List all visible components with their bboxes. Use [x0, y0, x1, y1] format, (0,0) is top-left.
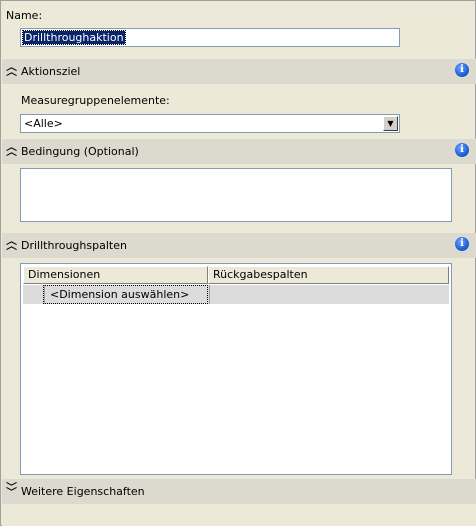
chevron-double-up-icon[interactable]: ︿ ︿	[6, 144, 17, 158]
section-title-drillthrough-columns: Drillthroughspalten	[21, 239, 127, 252]
panel-footer	[2, 504, 476, 526]
section-header-condition[interactable]: ︿ ︿ Bedingung (Optional) i	[2, 139, 476, 164]
table-row[interactable]: <Dimension auswählen>	[23, 285, 449, 304]
info-icon[interactable]: i	[455, 237, 469, 251]
name-label: Name:	[6, 9, 43, 22]
measure-group-members-label: Measuregruppenelemente:	[21, 94, 170, 107]
info-icon[interactable]: i	[455, 143, 469, 157]
measure-group-members-value: <Alle>	[24, 117, 63, 130]
section-header-action-target[interactable]: ︿ ︿ Aktionsziel i	[2, 59, 476, 84]
name-input-value: Drillthroughaktion	[22, 30, 126, 45]
name-input[interactable]: Drillthroughaktion	[20, 28, 400, 47]
dimension-cell[interactable]: <Dimension auswählen>	[43, 285, 208, 304]
column-header-return-columns[interactable]: Rückgabespalten	[208, 266, 449, 284]
condition-textarea[interactable]	[20, 168, 452, 222]
chevron-double-up-icon[interactable]: ︿ ︿	[6, 64, 17, 78]
column-header-dimensions[interactable]: Dimensionen	[23, 266, 208, 284]
action-designer-panel: Name: Drillthroughaktion ︿ ︿ Aktionsziel …	[0, 0, 476, 526]
section-header-more-properties[interactable]: ﹀ ﹀ Weitere Eigenschaften	[2, 479, 476, 504]
return-columns-cell[interactable]	[209, 285, 449, 304]
section-header-drillthrough-columns[interactable]: ︿ ︿ Drillthroughspalten i	[2, 233, 476, 258]
drillthrough-columns-grid[interactable]: Dimensionen Rückgabespalten <Dimension a…	[20, 263, 452, 475]
chevron-double-up-icon[interactable]: ︿ ︿	[6, 238, 17, 252]
row-header[interactable]	[25, 285, 45, 304]
info-icon[interactable]: i	[455, 63, 469, 77]
chevron-double-down-icon[interactable]: ﹀ ﹀	[6, 484, 17, 498]
section-title-more-properties: Weitere Eigenschaften	[21, 485, 145, 498]
chevron-down-icon[interactable]: ▼	[383, 116, 398, 131]
measure-group-members-select[interactable]: <Alle> ▼	[20, 114, 400, 133]
section-title-condition: Bedingung (Optional)	[21, 145, 139, 158]
section-title-action-target: Aktionsziel	[21, 65, 81, 78]
